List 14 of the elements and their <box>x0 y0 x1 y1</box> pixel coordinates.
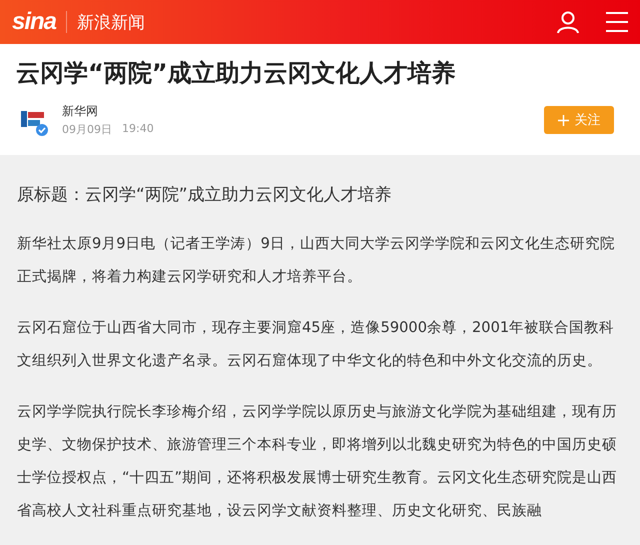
source-name[interactable]: 新华网 <box>62 103 154 120</box>
sina-logo[interactable]: sina <box>12 10 56 34</box>
plus-icon <box>558 114 568 126</box>
menu-icon[interactable] <box>606 12 628 32</box>
original-title: 原标题：云冈学“两院”成立助力云冈文化人才培养 <box>17 184 393 207</box>
follow-button[interactable]: 关注 <box>544 106 614 134</box>
user-icon[interactable] <box>556 10 580 34</box>
article-paragraph: 云冈石窟位于山西省大同市，现存主要洞窟45座，造像59000余尊，2001年被联合国教科文组织列入世界文化遗产名录。云冈石窟体现了中华文化的特色和中外文化交流的历史。 <box>17 318 616 371</box>
article-paragraph: 新华社太原9月9日电（记者王学涛）9日，山西大同大学云冈学学院和云冈文化生态研究院正式揭牌，将着力构建云冈学研究和人才培养平台。 <box>17 234 616 287</box>
publish-date: 09月09日 <box>62 122 112 137</box>
article-paragraph: 云冈学学院执行院长李珍梅介绍，云冈学学院以原历史与旅游文化学院为基础组建，现有历史学、文物保护技术、旅游管理三个本科专业，即将增列以北魏史研究为特色的中国历史硕士学位授权点，“十四五”期间，还将积极发展博士研究生教育。云冈文化生态研究院是山西省高校人文社科重点研究基地，设云冈学文献资料整理、历史文化研究、民族融 <box>17 402 618 521</box>
channel-title[interactable]: 新浪新闻 <box>77 10 146 34</box>
publish-time: 19:40 <box>122 122 154 137</box>
article-title: 云冈学“两院”成立助力云冈文化人才培养 <box>16 58 457 88</box>
